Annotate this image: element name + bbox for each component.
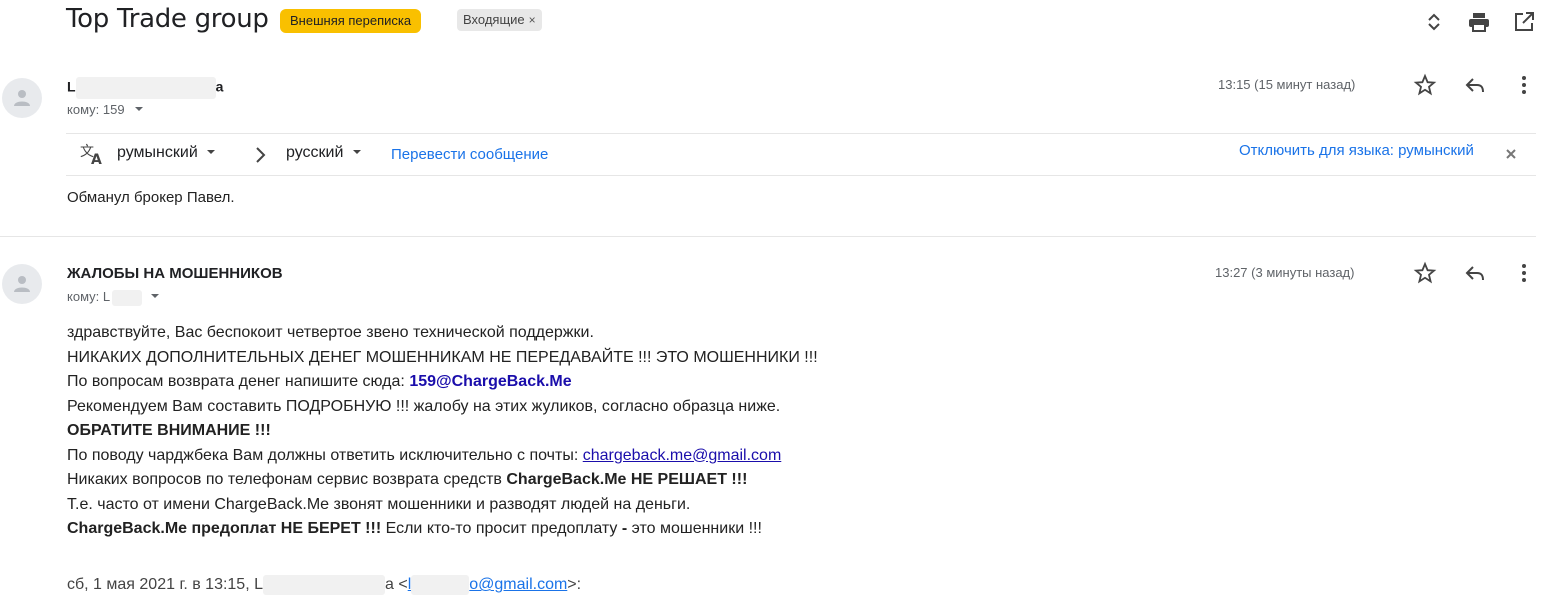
redacted-block: [112, 289, 143, 306]
body-line: Никаких вопросов по телефонам сервис воз…: [67, 468, 818, 493]
translate-bar-top-border: [66, 133, 1536, 134]
body-bold-text: ОБРАТИТЕ ВНИМАНИЕ !!!: [67, 422, 271, 439]
quote-prefix: сб, 1 мая 2021 г. в 13:15, L: [67, 576, 263, 594]
more-options-icon[interactable]: [1512, 73, 1536, 97]
body-text: Если кто-то просит предоплату: [381, 520, 622, 537]
reply-icon[interactable]: [1463, 261, 1487, 285]
label-external[interactable]: Внешняя переписка: [280, 9, 422, 33]
chargeback-email-link[interactable]: chargeback.me@gmail.com: [583, 447, 782, 464]
body-line: Т.е. часто от имени ChargeBack.Me звонят…: [67, 495, 691, 513]
sender-name-prefix: L: [67, 78, 76, 95]
chevron-down-icon[interactable]: [150, 289, 160, 304]
message-body: здравствуйте, Вас беспокоит четвертое зв…: [67, 321, 818, 542]
body-text: По вопросам возврата денег напишите сюда…: [67, 373, 410, 390]
message-time: 13:27 (3 минуты назад): [1215, 265, 1355, 280]
chevron-down-icon: [352, 144, 362, 162]
more-options-icon[interactable]: [1512, 261, 1536, 285]
chevron-right-icon: [254, 146, 268, 169]
message-body: Обманул брокер Павел.: [67, 189, 235, 206]
body-line: ChargeBack.Me предоплат НЕ БЕРЕТ !!! Есл…: [67, 517, 818, 542]
label-inbox[interactable]: Входящие ×: [457, 9, 542, 31]
body-line: здравствуйте, Вас беспокоит четвертое зв…: [67, 324, 594, 341]
support-email[interactable]: 159@ChargeBack.Me: [409, 373, 571, 390]
open-new-window-icon[interactable]: [1512, 10, 1536, 34]
body-line: По поводу чарджбека Вам должны ответить …: [67, 444, 818, 469]
redacted-block: [263, 575, 385, 595]
translate-message-link[interactable]: Перевести сообщение: [391, 146, 548, 163]
chevron-down-icon[interactable]: [134, 102, 144, 117]
translate-icon: 文A: [80, 142, 106, 168]
label-inbox-text: Входящие: [463, 12, 525, 27]
label-remove-icon[interactable]: ×: [529, 13, 536, 27]
sender-name: ЖАЛОБЫ НА МОШЕННИКОВ: [67, 265, 283, 282]
star-icon[interactable]: [1413, 261, 1437, 285]
close-icon[interactable]: [1505, 147, 1517, 165]
body-line: По вопросам возврата денег напишите сюда…: [67, 370, 818, 395]
sender-name-suffix: a: [215, 78, 224, 95]
body-line: ОБРАТИТЕ ВНИМАНИЕ !!!: [67, 419, 818, 444]
quote-mid: a <: [385, 576, 408, 594]
redacted-block: [75, 77, 216, 99]
source-language: румынский: [117, 144, 198, 161]
recipient-label: кому: L: [67, 289, 111, 304]
body-bold-text: ChargeBack.Me предоплат НЕ БЕРЕТ !!!: [67, 520, 382, 537]
svg-text:A: A: [91, 152, 102, 166]
disable-translate-link[interactable]: Отключить для языка: румынский: [1239, 142, 1474, 159]
body-line: Рекомендуем Вам составить ПОДРОБНУЮ !!! …: [67, 397, 781, 415]
recipient-details[interactable]: кому: L: [67, 289, 160, 306]
person-icon: [14, 276, 30, 292]
print-icon[interactable]: [1467, 10, 1491, 34]
chevron-down-icon: [206, 144, 216, 162]
quote-email-end: o@gmail.com: [469, 576, 568, 594]
person-icon: [14, 90, 30, 106]
target-language-select[interactable]: русский: [286, 144, 362, 162]
avatar: [2, 264, 42, 304]
body-text: Никаких вопросов по телефонам сервис воз…: [67, 471, 507, 488]
quote-email-link[interactable]: l o@gmail.com: [408, 575, 568, 595]
avatar: [2, 78, 42, 118]
recipient-details[interactable]: кому: 159: [67, 102, 144, 117]
body-text: это мошенники !!!: [627, 520, 762, 537]
message-time: 13:15 (15 минут назад): [1218, 77, 1356, 92]
reply-icon[interactable]: [1463, 73, 1487, 97]
body-bold-text: ChargeBack.Me НЕ РЕШАЕТ !!!: [506, 471, 748, 488]
quote-suffix: >:: [567, 576, 582, 594]
target-language: русский: [286, 144, 344, 161]
redacted-block: [411, 575, 470, 595]
message-divider: [0, 236, 1536, 237]
expand-collapse-icon[interactable]: [1422, 10, 1446, 34]
quoted-header: сб, 1 мая 2021 г. в 13:15, L a <l o@gmail.…: [67, 575, 581, 595]
email-subject: Top Trade group: [66, 4, 269, 34]
sender-name: La: [67, 77, 223, 99]
recipient-label: кому: 159: [67, 102, 125, 117]
translate-bar-bottom-border: [66, 175, 1536, 176]
star-icon[interactable]: [1413, 73, 1437, 97]
body-text: По поводу чарджбека Вам должны ответить …: [67, 446, 583, 464]
body-line: НИКАКИХ ДОПОЛНИТЕЛЬНЫХ ДЕНЕГ МОШЕННИКАМ …: [67, 348, 818, 366]
source-language-select[interactable]: румынский: [117, 144, 216, 162]
